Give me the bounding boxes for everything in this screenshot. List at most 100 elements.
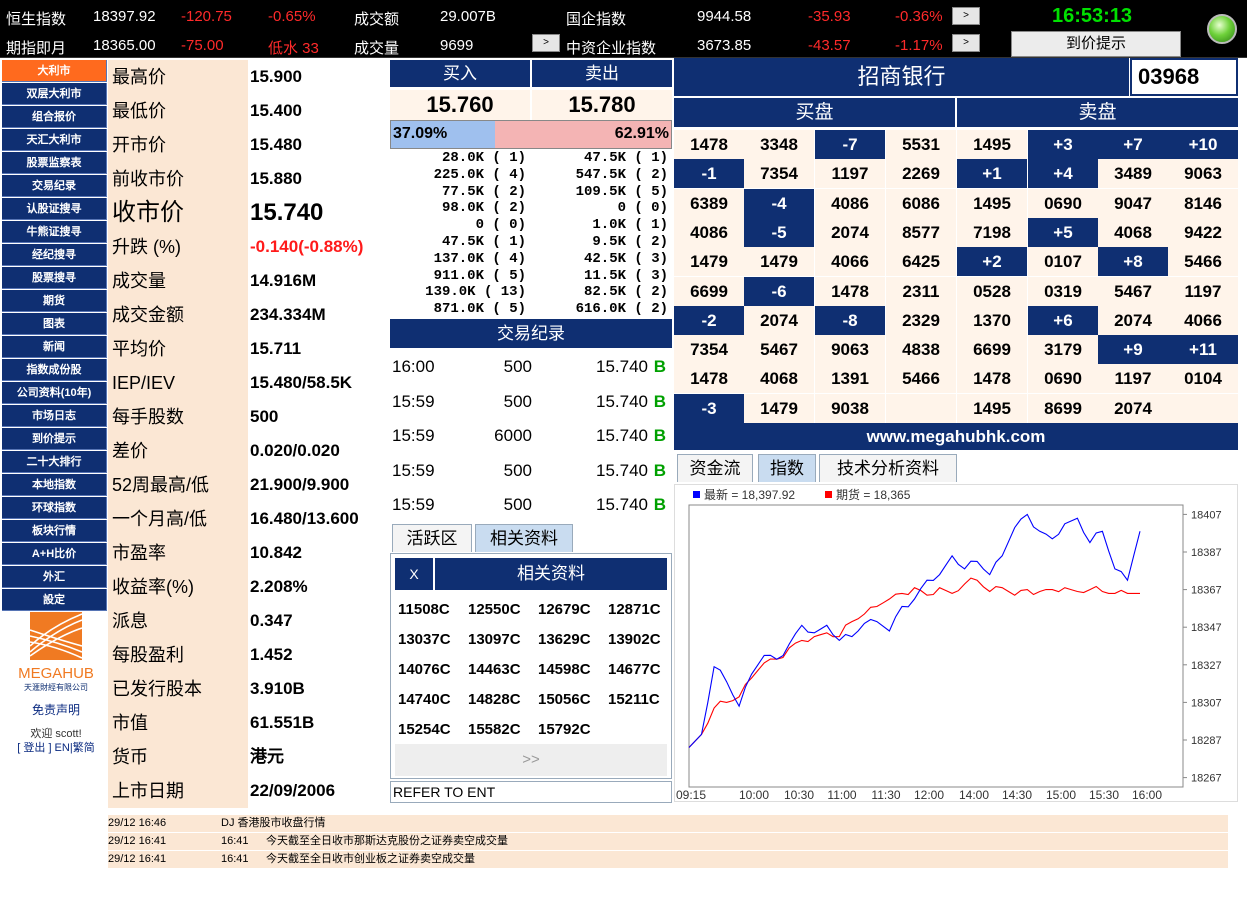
related-warrant-code[interactable]: 14076C — [398, 661, 451, 678]
disclaimer-link[interactable]: 免责声明 — [6, 701, 106, 718]
sidebar-item[interactable]: 市场日志 — [2, 405, 107, 427]
trade-side: B — [653, 357, 666, 376]
broker-queue-cell: +9 — [1098, 335, 1168, 365]
volume-label: 成交量 — [354, 40, 400, 57]
logout-language-links[interactable]: [ 登出 ] EN|繁简 — [6, 739, 106, 755]
hscci-value: 3673.85 — [697, 37, 752, 54]
hscci-expand-button[interactable]: > — [952, 34, 980, 52]
chart-tab[interactable]: 资金流 — [677, 454, 753, 482]
trade-side: B — [653, 460, 666, 480]
broker-queue-cell: -6 — [744, 276, 814, 306]
related-warrant-code[interactable]: 15792C — [538, 721, 591, 738]
tab-active-zone[interactable]: 活跃区 — [392, 524, 472, 552]
sidebar-item[interactable]: 新闻 — [2, 336, 107, 358]
sidebar-item[interactable]: 交易纪录 — [2, 175, 107, 197]
quote-label: 升跌 (%) — [108, 230, 248, 264]
broker-queue-cell: +6 — [1028, 305, 1098, 335]
sidebar-item[interactable]: 天汇大利市 — [2, 129, 107, 151]
sidebar-item[interactable]: 股票监察表 — [2, 152, 107, 174]
website-url[interactable]: www.megahubhk.com — [674, 423, 1238, 450]
related-warrant-code[interactable]: 14598C — [538, 661, 591, 678]
broker-queue-cell: -3 — [674, 393, 744, 423]
related-warrant-code[interactable]: 15582C — [468, 721, 521, 738]
quote-value: 0.347 — [250, 611, 293, 630]
ask-depth: 11.5K ( 3) — [583, 267, 668, 284]
quote-value: 15.480/58.5K — [250, 373, 353, 392]
sidebar-item[interactable]: 组合报价 — [2, 106, 107, 128]
x-tick-label: 14:30 — [1002, 788, 1032, 801]
news-row[interactable]: 29/12 16:46 DJ 香港股市收盘行情 — [108, 815, 1228, 832]
sidebar-item[interactable]: 经纪搜寻 — [2, 244, 107, 266]
quote-row: 成交量 14.916M — [108, 264, 388, 298]
related-warrant-code[interactable]: 14677C — [608, 661, 661, 678]
broker-queue-cell: 4068 — [744, 364, 814, 394]
news-row[interactable]: 29/12 16:41 16:41 今天截至全日收市创业板之证券卖空成交量 — [108, 851, 1228, 868]
sidebar-item[interactable]: 牛熊证搜寻 — [2, 221, 107, 243]
related-warrant-code[interactable]: 13097C — [468, 631, 521, 648]
related-warrant-code[interactable]: 13629C — [538, 631, 591, 648]
sidebar-item[interactable]: 双层大利市 — [2, 83, 107, 105]
sidebar-item[interactable]: 环球指数 — [2, 497, 107, 519]
quote-row: 平均价 15.711 — [108, 332, 388, 366]
sidebar-item[interactable]: 股票搜寻 — [2, 267, 107, 289]
x-tick-label: 14:00 — [959, 788, 989, 801]
related-warrant-code[interactable]: 13037C — [398, 631, 451, 648]
quote-value: 61.551B — [250, 713, 315, 732]
related-warrant-code[interactable]: 12871C — [608, 601, 661, 618]
sidebar-item[interactable]: 期货 — [2, 290, 107, 312]
close-related-button[interactable]: X — [395, 558, 433, 590]
related-warrant-code[interactable]: 12550C — [468, 601, 521, 618]
depth-row: 28.0K ( 1) 47.5K ( 1) — [390, 150, 672, 167]
sidebar-item[interactable]: A+H比价 — [2, 543, 107, 565]
bid-depth: 28.0K ( 1) — [441, 150, 526, 166]
related-warrant-code[interactable]: 11508C — [398, 601, 450, 618]
sidebar-item[interactable]: 設定 — [2, 589, 107, 611]
tab-related-info[interactable]: 相关资料 — [475, 524, 573, 552]
quote-label: 已发行股本 — [108, 672, 248, 706]
y-tick-label: 18327 — [1191, 660, 1222, 672]
related-warrant-code[interactable]: 14828C — [468, 691, 521, 708]
quote-value: 14.916M — [250, 271, 317, 290]
trade-time: 15:59 — [392, 460, 435, 480]
chart-tab[interactable]: 技术分析资料 — [819, 454, 957, 482]
stock-code-input[interactable]: 03968 — [1130, 58, 1238, 96]
broker-queue-cell — [1168, 393, 1238, 423]
broker-queue-cell: 1478 — [957, 364, 1027, 394]
more-button[interactable]: >> — [395, 744, 667, 776]
sidebar-item[interactable]: 认股证搜寻 — [2, 198, 107, 220]
sidebar-item[interactable]: 本地指数 — [2, 474, 107, 496]
quote-label: 前收市价 — [108, 162, 248, 196]
news-row[interactable]: 29/12 16:41 16:41 今天截至全日收市那斯达克股份之证券卖空成交量 — [108, 833, 1228, 850]
sidebar-item[interactable]: 大利市 — [2, 60, 107, 82]
broker-queue-cell: 2074 — [1098, 305, 1168, 335]
quote-row: 成交金额 234.334M — [108, 298, 388, 332]
sidebar-menu: 大利市 双层大利市 组合报价 天汇大利市 股票监察表 交易纪录 认股证搜寻 牛熊证搜寻 经纪搜寻… — [2, 60, 107, 612]
sidebar-item[interactable]: 到价提示 — [2, 428, 107, 450]
related-warrant-code[interactable]: 14740C — [398, 691, 451, 708]
sidebar-item[interactable]: 图表 — [2, 313, 107, 335]
price-alert-button[interactable]: 到价提示 — [1011, 31, 1181, 57]
chart-tab[interactable]: 指数 — [758, 454, 816, 482]
ask-depth: 0 ( 0) — [617, 200, 668, 217]
megahub-logo: MEGAHUB 天滙財經有限公司 — [8, 612, 106, 692]
ask-price: 15.780 — [532, 90, 672, 120]
trade-side: B — [653, 426, 666, 445]
related-warrant-code[interactable]: 14463C — [468, 661, 521, 678]
hscei-expand-button[interactable]: > — [952, 7, 980, 25]
related-warrant-code[interactable]: 15254C — [398, 721, 451, 738]
sidebar-item[interactable]: 二十大排行 — [2, 451, 107, 473]
related-warrant-code[interactable]: 15056C — [538, 691, 591, 708]
volume-expand-button[interactable]: > — [532, 34, 560, 52]
sidebar-item[interactable]: 板块行情 — [2, 520, 107, 542]
sidebar-item[interactable]: 公司资料(10年) — [2, 382, 107, 404]
related-warrant-code[interactable]: 12679C — [538, 601, 591, 618]
trade-time: 15:59 — [392, 495, 435, 514]
broker-queue-cell: 0107 — [1028, 247, 1098, 277]
sidebar-item[interactable]: 指数成份股 — [2, 359, 107, 381]
quote-label: 货币 — [108, 740, 248, 774]
quote-label: 市盈率 — [108, 536, 248, 570]
sidebar-item[interactable]: 外汇 — [2, 566, 107, 588]
related-warrant-code[interactable]: 15211C — [608, 691, 660, 708]
related-warrant-code[interactable]: 13902C — [608, 631, 661, 648]
depth-row: 0 ( 0) 1.0K ( 1) — [390, 217, 672, 234]
